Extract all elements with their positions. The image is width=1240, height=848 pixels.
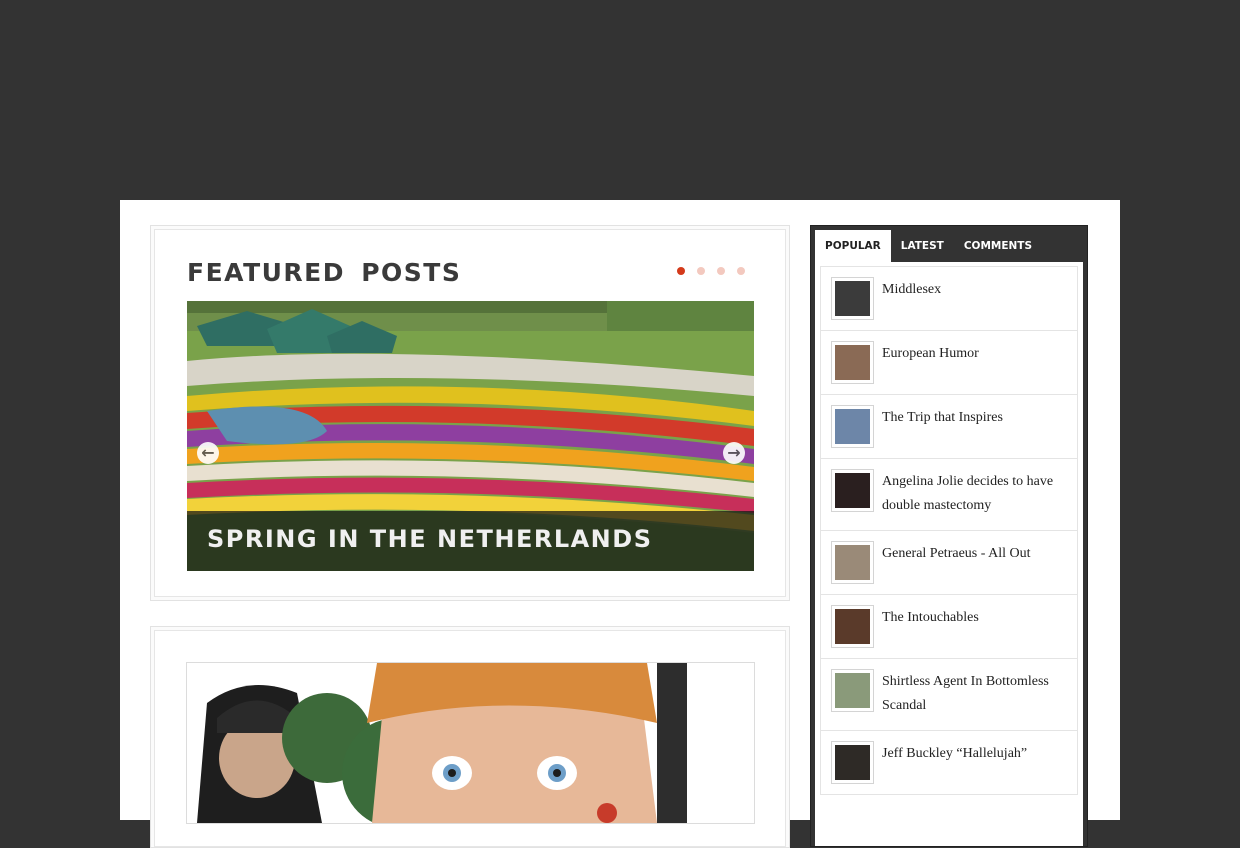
- slider-pagination: [677, 267, 745, 275]
- post-thumbnail[interactable]: [831, 741, 874, 784]
- slider-dot-3[interactable]: [717, 267, 725, 275]
- slider-dot-1[interactable]: [677, 267, 685, 275]
- tab-popular[interactable]: Popular: [815, 230, 891, 262]
- post-thumbnail[interactable]: [831, 605, 874, 648]
- popular-post-item[interactable]: The Intouchables: [821, 595, 1077, 659]
- popular-post-item[interactable]: Jeff Buckley “Hallelujah”: [821, 731, 1077, 795]
- slider-prev-button[interactable]: ←: [197, 442, 219, 464]
- post-thumbnail-image: [835, 345, 870, 380]
- popular-post-item[interactable]: Shirtless Agent In Bottomless Scandal: [821, 659, 1077, 731]
- post-thumbnail[interactable]: [831, 341, 874, 384]
- arrow-right-icon: →: [727, 443, 741, 462]
- slider-next-button[interactable]: →: [723, 442, 745, 464]
- slider-dot-2[interactable]: [697, 267, 705, 275]
- post-thumbnail-image: [835, 609, 870, 644]
- content-area: Featured Posts: [120, 200, 1120, 848]
- popular-post-item[interactable]: European Humor: [821, 331, 1077, 395]
- arrow-left-icon: ←: [201, 443, 215, 462]
- popular-post-title[interactable]: Shirtless Agent In Bottomless Scandal: [882, 659, 1077, 730]
- popular-post-title[interactable]: Middlesex: [882, 267, 1077, 314]
- post-thumbnail[interactable]: [831, 669, 874, 712]
- popular-post-title[interactable]: Angelina Jolie decides to have double ma…: [882, 459, 1077, 530]
- popular-post-title[interactable]: The Trip that Inspires: [882, 395, 1077, 442]
- featured-posts-widget: Featured Posts: [150, 225, 790, 601]
- popular-post-title[interactable]: European Humor: [882, 331, 1077, 378]
- post-thumbnail-image: [835, 545, 870, 580]
- popular-post-title[interactable]: The Intouchables: [882, 595, 1077, 642]
- featured-slide[interactable]: ← → Spring in the Netherlands: [187, 301, 754, 571]
- popular-posts-list: Middlesex European Humor The Trip that Ins…: [820, 266, 1078, 795]
- movie-poster-image: [187, 663, 754, 823]
- tab-comments[interactable]: Comments: [954, 230, 1042, 262]
- post-thumbnail[interactable]: [831, 277, 874, 320]
- post-thumbnail[interactable]: [831, 405, 874, 448]
- post-thumbnail-image: [835, 409, 870, 444]
- post-card: [150, 626, 790, 848]
- post-thumbnail[interactable]: [831, 541, 874, 584]
- tab-latest[interactable]: Latest: [891, 230, 954, 262]
- tab-panel-popular: Middlesex European Humor The Trip that Ins…: [815, 262, 1083, 846]
- slide-caption: Spring in the Netherlands: [187, 511, 754, 571]
- popular-post-title[interactable]: General Petraeus - All Out: [882, 531, 1077, 578]
- post-thumbnail-image: [835, 673, 870, 708]
- popular-post-item[interactable]: General Petraeus - All Out: [821, 531, 1077, 595]
- featured-posts-inner: Featured Posts: [154, 229, 786, 597]
- popular-post-item[interactable]: Angelina Jolie decides to have double ma…: [821, 459, 1077, 531]
- sidebar-tabs-widget: Popular Latest Comments Middlesex Europea…: [810, 225, 1088, 847]
- post-thumbnail-image: [835, 745, 870, 780]
- post-thumbnail-image: [835, 281, 870, 316]
- popular-post-title[interactable]: Jeff Buckley “Hallelujah”: [882, 731, 1077, 778]
- post-thumbnail-image: [835, 473, 870, 508]
- tab-bar: Popular Latest Comments: [815, 230, 1083, 262]
- slider-dot-4[interactable]: [737, 267, 745, 275]
- post-card-inner: [154, 630, 786, 847]
- post-thumbnail[interactable]: [831, 469, 874, 512]
- popular-post-item[interactable]: The Trip that Inspires: [821, 395, 1077, 459]
- popular-post-item[interactable]: Middlesex: [821, 267, 1077, 331]
- slide-caption-text[interactable]: Spring in the Netherlands: [207, 525, 652, 553]
- featured-posts-title: Featured Posts: [187, 258, 462, 287]
